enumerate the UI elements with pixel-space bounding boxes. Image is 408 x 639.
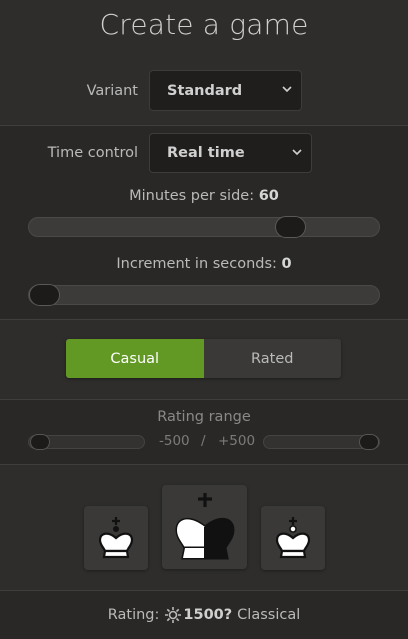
time-control-label: Time control xyxy=(47,145,138,161)
rating-range-max-slider[interactable] xyxy=(263,434,380,450)
rated-button[interactable]: Rated xyxy=(203,339,341,378)
play-random-button[interactable] xyxy=(162,485,247,569)
page-title: Create a game xyxy=(99,8,309,41)
time-control-select[interactable]: Real time xyxy=(149,133,312,173)
rating-range-max-value: +500 xyxy=(218,433,256,449)
minutes-label: Minutes per side: xyxy=(129,188,255,204)
variant-select[interactable]: Standard xyxy=(149,70,302,111)
rating-range-title: Rating range xyxy=(157,409,251,425)
increment-value: 0 xyxy=(281,256,292,272)
increment-text: Increment in seconds: 0 xyxy=(0,256,408,272)
rating-label: Rating: xyxy=(107,607,160,623)
rating-range-max-thumb[interactable] xyxy=(359,434,379,450)
increment-slider-thumb[interactable] xyxy=(29,284,60,306)
rating-range-separator: / xyxy=(201,433,206,449)
variant-row: Variant xyxy=(0,72,138,110)
increment-slider[interactable] xyxy=(28,284,380,306)
white-king-icon xyxy=(275,517,311,559)
increment-label: Increment in seconds: xyxy=(116,256,277,272)
random-king-icon xyxy=(174,493,235,560)
play-white-button[interactable] xyxy=(261,506,325,570)
classical-icon xyxy=(165,607,182,623)
variant-value: Standard xyxy=(167,82,243,99)
mode-toggle: Casual Rated xyxy=(66,339,341,378)
time-control-value: Real time xyxy=(167,145,245,161)
chevron-down-icon xyxy=(282,86,292,93)
black-king-icon xyxy=(98,517,134,559)
play-black-button[interactable] xyxy=(84,506,148,570)
minutes-value: 60 xyxy=(258,188,279,204)
minutes-slider[interactable] xyxy=(28,216,380,238)
rating-range-min-slider[interactable] xyxy=(28,434,145,450)
rating-range-min-value: -500 xyxy=(159,433,190,449)
rating-range-min-thumb[interactable] xyxy=(30,434,50,450)
rating-range-section: Rating range -500 / +500 xyxy=(0,399,408,465)
time-control-row: Time control xyxy=(0,134,138,172)
casual-button[interactable]: Casual xyxy=(66,339,204,378)
rating-value: 1500? xyxy=(183,607,233,623)
minutes-slider-thumb[interactable] xyxy=(275,216,306,238)
minutes-per-side-text: Minutes per side: 60 xyxy=(0,188,408,204)
time-control-section: Time control Real time Minutes per side:… xyxy=(0,125,408,320)
variant-label: Variant xyxy=(86,83,138,99)
rating-footer: Rating: 1500? Classical xyxy=(0,590,408,639)
chevron-down-icon xyxy=(292,149,302,156)
rating-perf: Classical xyxy=(237,607,301,623)
create-game-dialog: Create a game Variant Standard Time cont… xyxy=(0,0,408,639)
